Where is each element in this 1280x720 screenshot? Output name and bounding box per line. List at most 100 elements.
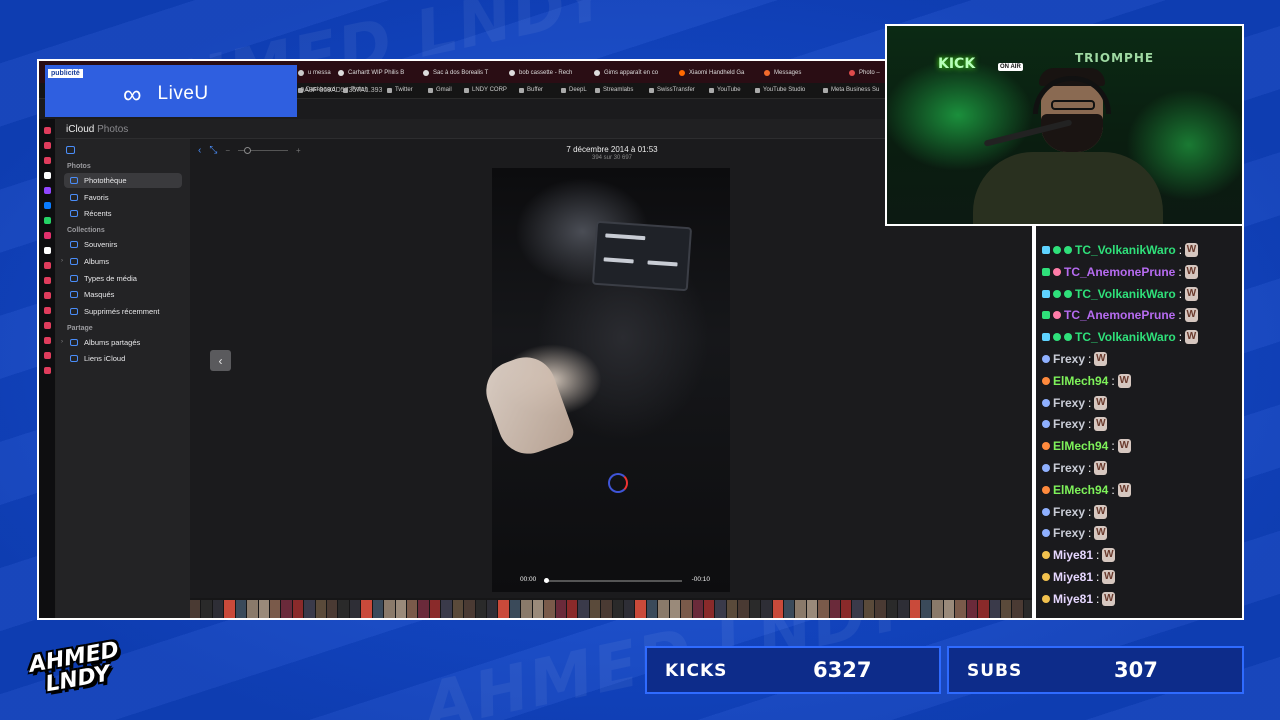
bookmark-item[interactable]: Streamlabs <box>595 87 633 93</box>
thumbnail[interactable] <box>407 600 418 618</box>
thumbnail[interactable] <box>395 600 407 618</box>
thumbnail[interactable] <box>921 600 932 618</box>
thumbnail[interactable] <box>715 600 726 618</box>
browser-tab[interactable]: Carhartt WIP Philis B <box>338 66 418 79</box>
thumbnail[interactable] <box>498 600 509 618</box>
browser-tab[interactable]: bob cassette - Rech <box>509 66 589 79</box>
chevron-right-icon[interactable]: › <box>61 258 63 264</box>
chat-username[interactable]: Miye81 <box>1053 570 1093 584</box>
thumbnail[interactable] <box>589 600 601 618</box>
thumbnail[interactable] <box>761 600 772 618</box>
chat-username[interactable]: TC_AnemonePrune <box>1064 265 1175 279</box>
rail-app-icon[interactable] <box>43 262 51 269</box>
chat-username[interactable]: TC_AnemonePrune <box>1064 308 1175 322</box>
thumbnail[interactable] <box>1023 600 1032 618</box>
sidebar-item[interactable]: › Albums <box>61 254 182 269</box>
thumbnail[interactable] <box>201 600 212 618</box>
sidebar-item[interactable]: Photothèque <box>64 173 182 188</box>
bookmark-item[interactable]: LNDY CORP <box>464 87 507 93</box>
thumbnail[interactable] <box>349 600 361 618</box>
thumbnail[interactable] <box>932 600 943 618</box>
thumbnail[interactable] <box>247 600 258 618</box>
thumbnail[interactable] <box>212 600 224 618</box>
thumbnail[interactable] <box>544 600 555 618</box>
icloud-title[interactable]: iCloud Photos <box>66 124 128 135</box>
thumbnail[interactable] <box>532 600 544 618</box>
ad-banner[interactable]: publicité ∞ LiveU <box>45 65 297 117</box>
thumbnail[interactable] <box>258 600 269 618</box>
thumbnail[interactable] <box>978 600 989 618</box>
chat-username[interactable]: TC_VolkanikWaro <box>1075 287 1176 301</box>
thumbnail[interactable] <box>669 600 681 618</box>
sidebar-item[interactable]: Souvenirs <box>64 237 182 252</box>
thumbnail[interactable] <box>1000 600 1012 618</box>
rail-app-icon[interactable] <box>43 292 51 299</box>
video-frame[interactable]: 00:00 -00:10 <box>477 168 730 592</box>
thumbnail[interactable] <box>658 600 669 618</box>
chat-username[interactable]: Frexy <box>1053 396 1085 410</box>
thumbnail[interactable] <box>818 600 829 618</box>
thumbnail[interactable] <box>486 600 498 618</box>
chat-username[interactable]: ElMech94 <box>1053 439 1108 453</box>
bookmark-item[interactable]: SwissTransfer <box>649 87 695 93</box>
rail-app-icon[interactable] <box>43 232 51 239</box>
sidebar-item[interactable]: › Albums partagés <box>61 335 182 350</box>
chat-username[interactable]: Miye81 <box>1053 592 1093 606</box>
bookmark-item[interactable]: YouTube Studio <box>755 87 805 93</box>
thumbnail[interactable] <box>635 600 646 618</box>
rail-app-icon[interactable] <box>43 187 51 194</box>
thumbnail[interactable] <box>315 600 327 618</box>
bookmark-item[interactable]: Twitter <box>387 87 413 93</box>
browser-tab[interactable]: Messages <box>764 66 844 79</box>
thumbnail[interactable] <box>555 600 566 618</box>
chat-username[interactable]: Miye81 <box>1053 548 1093 562</box>
rail-app-icon[interactable] <box>43 172 51 179</box>
thumbnail[interactable] <box>612 600 624 618</box>
thumbnail[interactable] <box>772 600 783 618</box>
rail-app-icon[interactable] <box>43 352 51 359</box>
bookmark-item[interactable]: YouTube <box>709 87 741 93</box>
chat-username[interactable]: Frexy <box>1053 417 1085 431</box>
thumbnail[interactable] <box>783 600 795 618</box>
chat-username[interactable]: Frexy <box>1053 505 1085 519</box>
rail-app-icon[interactable] <box>43 277 51 284</box>
thumbnail[interactable] <box>338 600 349 618</box>
thumbnail[interactable] <box>464 600 475 618</box>
browser-tab[interactable]: Sac à dos Borealis T <box>423 66 503 79</box>
chat-username[interactable]: Frexy <box>1053 352 1085 366</box>
thumbnail[interactable] <box>886 600 898 618</box>
thumbnail[interactable] <box>269 600 281 618</box>
thumbnail[interactable] <box>703 600 715 618</box>
thumbnail[interactable] <box>509 600 521 618</box>
thumbnail[interactable] <box>955 600 966 618</box>
browser-tab[interactable]: Gims apparaît en co <box>594 66 674 79</box>
thumbnail[interactable] <box>327 600 338 618</box>
chat-username[interactable]: ElMech94 <box>1053 374 1108 388</box>
bookmark-item[interactable]: Meta Business Su <box>823 87 879 93</box>
thumbnail[interactable] <box>966 600 978 618</box>
rail-app-icon[interactable] <box>43 367 51 374</box>
thumbnail[interactable] <box>578 600 589 618</box>
thumbnail[interactable] <box>235 600 247 618</box>
rail-app-icon[interactable] <box>43 157 51 164</box>
thumbnail[interactable] <box>749 600 761 618</box>
thumbnail[interactable] <box>692 600 703 618</box>
video-scrubber[interactable] <box>544 578 682 583</box>
rail-app-icon[interactable] <box>43 307 51 314</box>
thumbnail[interactable] <box>943 600 955 618</box>
rail-app-icon[interactable] <box>43 127 51 134</box>
rail-app-icon[interactable] <box>43 217 51 224</box>
thumbnail[interactable] <box>292 600 304 618</box>
rail-app-icon[interactable] <box>43 337 51 344</box>
sidebar-item[interactable]: Types de média <box>64 271 182 286</box>
chevron-right-icon[interactable]: › <box>61 339 63 345</box>
thumbnail[interactable] <box>738 600 749 618</box>
thumbnail[interactable] <box>863 600 875 618</box>
thumbnail[interactable] <box>601 600 612 618</box>
thumbnail[interactable] <box>1012 600 1023 618</box>
thumbnail[interactable] <box>429 600 441 618</box>
thumbnail[interactable] <box>418 600 429 618</box>
thumbnail[interactable] <box>521 600 532 618</box>
bookmark-item[interactable]: Buffer <box>519 87 543 93</box>
thumbnail[interactable] <box>190 600 201 618</box>
